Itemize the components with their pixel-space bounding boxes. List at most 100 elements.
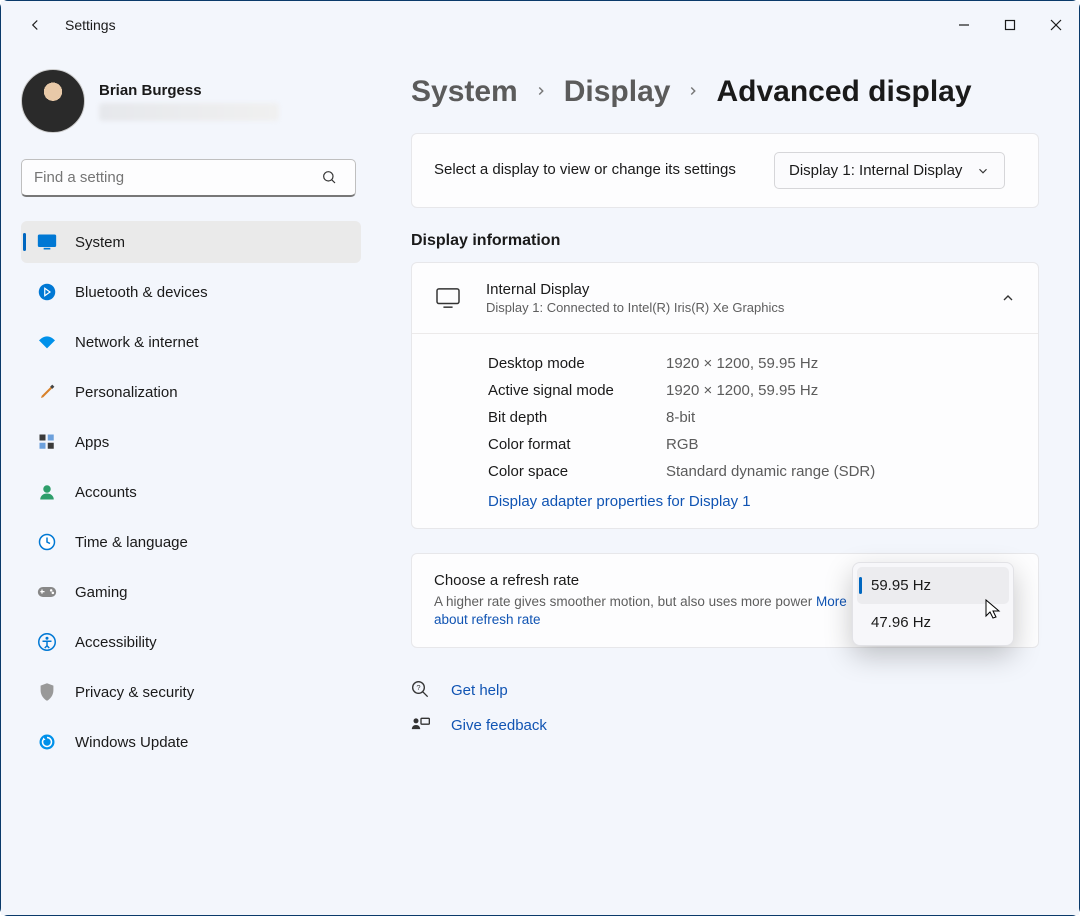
select-display-card: Select a display to view or change its s… — [411, 133, 1039, 208]
info-row-color-format: Color format RGB — [488, 431, 1016, 458]
dropdown-value: Display 1: Internal Display — [789, 162, 962, 179]
close-icon — [1050, 19, 1062, 31]
info-value: 1920 × 1200, 59.95 Hz — [666, 382, 818, 399]
window-title: Settings — [65, 17, 116, 33]
system-icon — [37, 232, 57, 252]
give-feedback-link[interactable]: Give feedback — [411, 708, 1039, 742]
info-key: Bit depth — [488, 409, 666, 426]
sidebar-item-apps[interactable]: Apps — [21, 421, 361, 463]
sidebar-item-label: System — [75, 234, 125, 251]
select-display-dropdown[interactable]: Display 1: Internal Display — [774, 152, 1005, 189]
breadcrumb-current: Advanced display — [716, 75, 971, 109]
breadcrumb-system[interactable]: System — [411, 75, 518, 109]
sidebar-item-accounts[interactable]: Accounts — [21, 471, 361, 513]
sidebar-item-windows-update[interactable]: Windows Update — [21, 721, 361, 763]
refresh-sub-text: A higher rate gives smoother motion, but… — [434, 594, 816, 609]
breadcrumb-display[interactable]: Display — [564, 75, 671, 109]
refresh-rate-card: Choose a refresh rate A higher rate give… — [411, 553, 1039, 648]
user-email-blurred — [99, 103, 279, 121]
display-info-card: Internal Display Display 1: Connected to… — [411, 262, 1039, 529]
info-key: Desktop mode — [488, 355, 666, 372]
breadcrumb: System Display Advanced display — [411, 75, 1039, 109]
apps-icon — [37, 432, 57, 452]
help-icon: ? — [411, 680, 433, 700]
arrow-left-icon — [26, 16, 44, 34]
adapter-properties-link[interactable]: Display adapter properties for Display 1 — [488, 485, 751, 510]
sidebar-item-label: Windows Update — [75, 734, 188, 751]
sidebar-item-label: Gaming — [75, 584, 128, 601]
info-row-bit-depth: Bit depth 8-bit — [488, 404, 1016, 431]
paintbrush-icon — [37, 382, 57, 402]
sidebar-item-label: Time & language — [75, 534, 188, 551]
main-content: System Display Advanced display Select a… — [381, 49, 1079, 915]
update-icon — [37, 732, 57, 752]
sidebar-item-label: Personalization — [75, 384, 178, 401]
chevron-down-icon — [976, 164, 990, 178]
chevron-right-icon — [534, 84, 548, 101]
sidebar-item-time-language[interactable]: Time & language — [21, 521, 361, 563]
info-row-active-signal: Active signal mode 1920 × 1200, 59.95 Hz — [488, 377, 1016, 404]
info-value: Standard dynamic range (SDR) — [666, 463, 875, 480]
info-row-color-space: Color space Standard dynamic range (SDR) — [488, 458, 1016, 485]
sidebar-item-label: Apps — [75, 434, 109, 451]
sidebar: Brian Burgess System Bluetooth & devices — [1, 49, 381, 915]
sidebar-item-label: Bluetooth & devices — [75, 284, 208, 301]
wifi-icon — [37, 332, 57, 352]
back-button[interactable] — [23, 16, 47, 34]
maximize-button[interactable] — [987, 5, 1033, 45]
info-row-desktop-mode: Desktop mode 1920 × 1200, 59.95 Hz — [488, 350, 1016, 377]
sidebar-item-system[interactable]: System — [21, 221, 361, 263]
minimize-icon — [958, 19, 970, 31]
search-input[interactable] — [21, 159, 356, 197]
refresh-rate-subtext: A higher rate gives smoother motion, but… — [434, 593, 864, 629]
display-name: Internal Display — [486, 281, 976, 298]
sidebar-item-label: Accessibility — [75, 634, 157, 651]
info-value: 8-bit — [666, 409, 695, 426]
bluetooth-icon — [37, 282, 57, 302]
svg-text:?: ? — [416, 683, 420, 692]
avatar — [21, 69, 85, 133]
sidebar-item-network[interactable]: Network & internet — [21, 321, 361, 363]
feedback-icon — [411, 716, 433, 734]
sidebar-item-gaming[interactable]: Gaming — [21, 571, 361, 613]
refresh-rate-dropdown-popup: 59.95 Hz 47.96 Hz — [852, 562, 1014, 646]
sidebar-item-accessibility[interactable]: Accessibility — [21, 621, 361, 663]
sidebar-item-bluetooth[interactable]: Bluetooth & devices — [21, 271, 361, 313]
minimize-button[interactable] — [941, 5, 987, 45]
select-display-label: Select a display to view or change its s… — [434, 160, 754, 180]
maximize-icon — [1004, 19, 1016, 31]
monitor-icon — [434, 287, 462, 309]
chevron-right-icon — [686, 84, 700, 101]
sidebar-item-label: Network & internet — [75, 334, 198, 351]
info-key: Color space — [488, 463, 666, 480]
titlebar: Settings — [1, 1, 1079, 49]
gamepad-icon — [37, 582, 57, 602]
get-help-link[interactable]: ? Get help — [411, 672, 1039, 708]
refresh-option-5995[interactable]: 59.95 Hz — [857, 567, 1009, 604]
shield-icon — [37, 682, 57, 702]
display-info-header[interactable]: Internal Display Display 1: Connected to… — [412, 263, 1038, 333]
sidebar-item-label: Privacy & security — [75, 684, 194, 701]
sidebar-item-privacy[interactable]: Privacy & security — [21, 671, 361, 713]
get-help-label: Get help — [451, 682, 508, 699]
display-subtext: Display 1: Connected to Intel(R) Iris(R)… — [486, 300, 976, 315]
close-button[interactable] — [1033, 5, 1079, 45]
user-name: Brian Burgess — [99, 82, 279, 99]
person-icon — [37, 482, 57, 502]
refresh-option-label: 59.95 Hz — [871, 577, 931, 594]
user-block[interactable]: Brian Burgess — [21, 69, 365, 133]
accessibility-icon — [37, 632, 57, 652]
search-icon — [321, 169, 337, 188]
info-key: Color format — [488, 436, 666, 453]
display-information-heading: Display information — [411, 232, 1039, 250]
chevron-up-icon — [1000, 290, 1016, 306]
sidebar-item-personalization[interactable]: Personalization — [21, 371, 361, 413]
info-value: RGB — [666, 436, 699, 453]
globe-clock-icon — [37, 532, 57, 552]
refresh-option-label: 47.96 Hz — [871, 614, 931, 631]
give-feedback-label: Give feedback — [451, 717, 547, 734]
sidebar-item-label: Accounts — [75, 484, 137, 501]
info-key: Active signal mode — [488, 382, 666, 399]
info-value: 1920 × 1200, 59.95 Hz — [666, 355, 818, 372]
refresh-option-4796[interactable]: 47.96 Hz — [857, 604, 1009, 641]
